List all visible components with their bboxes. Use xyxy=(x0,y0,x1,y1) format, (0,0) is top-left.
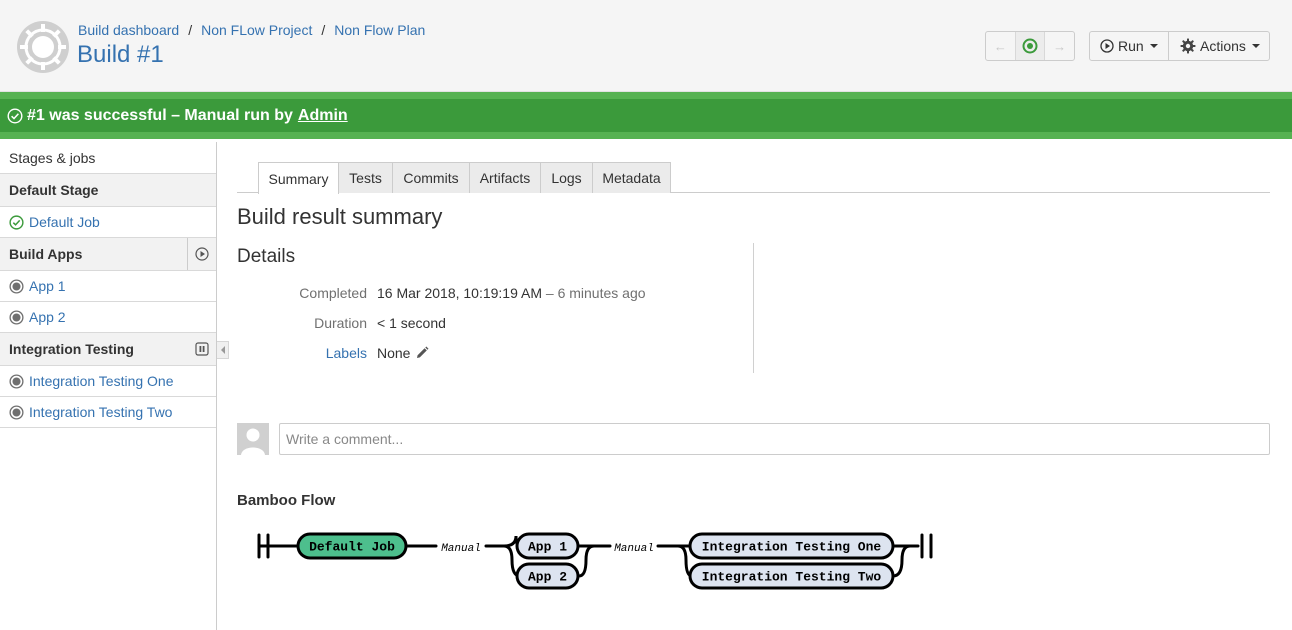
sidebar-item-integration-testing-one[interactable]: Integration Testing One xyxy=(0,366,216,397)
arrow-right-icon: → xyxy=(1053,38,1067,54)
sidebar-item-integration-testing-two[interactable]: Integration Testing Two xyxy=(0,397,216,428)
pending-icon xyxy=(9,309,24,325)
tab-metadata[interactable]: Metadata xyxy=(592,162,671,193)
pending-icon xyxy=(9,373,24,389)
breadcrumb-project[interactable]: Non FLow Project xyxy=(201,22,312,38)
flow-job-app-1[interactable]: App 1 xyxy=(515,532,580,560)
run-stage-button[interactable] xyxy=(187,238,216,270)
labels-link[interactable]: Labels xyxy=(326,345,367,361)
stages-sidebar: Stages & jobs Default Stage Default Job … xyxy=(0,142,217,630)
stage-label: Build Apps xyxy=(9,246,83,262)
previous-build-button[interactable]: ← xyxy=(986,32,1015,60)
current-build-button[interactable] xyxy=(1014,32,1046,60)
bamboo-flow-diagram: Default Job Manual App 1 App 2 Manual In… xyxy=(257,532,933,590)
sidebar-item-app-2[interactable]: App 2 xyxy=(0,302,216,333)
caret-left-icon xyxy=(220,346,225,354)
flow-manual-label: Manual xyxy=(614,543,654,555)
pending-icon xyxy=(9,404,24,420)
pause-stage-button[interactable] xyxy=(187,333,216,365)
bamboo-logo-icon xyxy=(17,21,69,73)
sidebar-item-default-job[interactable]: Default Job xyxy=(0,207,216,238)
tab-tests[interactable]: Tests xyxy=(338,162,393,193)
duration-value: < 1 second xyxy=(377,315,446,331)
flow-heading: Bamboo Flow xyxy=(237,492,336,509)
avatar xyxy=(237,423,269,455)
stage-integration-testing: Integration Testing xyxy=(0,333,216,366)
arrow-left-icon: ← xyxy=(993,38,1007,54)
next-build-button[interactable]: → xyxy=(1045,32,1074,60)
pause-icon xyxy=(194,342,209,356)
current-build-icon xyxy=(1022,38,1038,54)
gear-icon xyxy=(1180,38,1196,54)
job-link[interactable]: Integration Testing One xyxy=(29,373,174,389)
breadcrumb-plan[interactable]: Non Flow Plan xyxy=(334,22,425,38)
completed-ago: – 6 minutes ago xyxy=(545,285,646,301)
stage-label: Integration Testing xyxy=(9,341,134,357)
check-circle-icon xyxy=(7,108,23,124)
tab-summary[interactable]: Summary xyxy=(258,162,339,194)
job-link[interactable]: Default Job xyxy=(29,214,100,230)
completed-value: 16 Mar 2018, 10:19:19 AM – 6 minutes ago xyxy=(377,285,646,301)
build-navigation: ← → xyxy=(985,31,1075,61)
tab-logs[interactable]: Logs xyxy=(540,162,593,193)
stage-build-apps: Build Apps xyxy=(0,238,216,271)
job-link[interactable]: App 1 xyxy=(29,278,66,294)
play-circle-icon xyxy=(1100,39,1114,53)
details-heading: Details xyxy=(237,246,296,267)
build-status-banner: #1 was successful – Manual run by Admin xyxy=(0,92,1292,139)
tab-commits[interactable]: Commits xyxy=(392,162,470,193)
sidebar-heading: Stages & jobs xyxy=(0,142,216,174)
flow-job-label: App 1 xyxy=(528,540,567,555)
run-label: Run xyxy=(1118,38,1144,54)
labels-label: Labels xyxy=(237,345,367,361)
labels-value: None xyxy=(377,345,429,361)
actions-button[interactable]: Actions xyxy=(1168,31,1270,61)
sidebar-item-app-1[interactable]: App 1 xyxy=(0,271,216,302)
job-link[interactable]: App 2 xyxy=(29,309,66,325)
pencil-icon[interactable] xyxy=(415,346,429,360)
page-title-build: Build #1 xyxy=(77,41,164,68)
page-title: Build result summary xyxy=(237,204,443,229)
details-divider xyxy=(753,243,754,373)
breadcrumb-build-dashboard[interactable]: Build dashboard xyxy=(78,22,179,38)
sidebar-collapse-toggle[interactable] xyxy=(217,341,229,359)
page-header: Build dashboard / Non FLow Project / Non Flo… xyxy=(0,0,1292,92)
completed-label: Completed xyxy=(299,285,367,301)
flow-job-label: Integration Testing One xyxy=(702,540,882,555)
tab-artifacts[interactable]: Artifacts xyxy=(469,162,541,193)
result-tabs: Summary Tests Commits Artifacts Logs Met… xyxy=(237,162,1270,194)
flow-job-label: Default Job xyxy=(309,540,395,555)
flow-job-app-2[interactable]: App 2 xyxy=(515,562,580,590)
caret-down-icon xyxy=(1251,44,1260,48)
flow-job-label: App 2 xyxy=(528,570,567,585)
job-link[interactable]: Integration Testing Two xyxy=(29,404,172,420)
flow-job-integration-testing-one[interactable]: Integration Testing One xyxy=(688,532,895,560)
stage-label: Default Stage xyxy=(9,182,99,198)
flow-job-integration-testing-two[interactable]: Integration Testing Two xyxy=(688,562,895,590)
play-circle-icon xyxy=(195,247,209,261)
pending-icon xyxy=(9,278,24,294)
status-text: #1 was successful – Manual run by xyxy=(27,107,293,124)
stage-default: Default Stage xyxy=(0,174,216,207)
breadcrumb: Build dashboard / Non FLow Project / Non Flo… xyxy=(78,22,426,38)
flow-job-label: Integration Testing Two xyxy=(702,570,882,585)
flow-manual-label: Manual xyxy=(441,543,481,555)
comment-input[interactable] xyxy=(279,423,1270,455)
flow-job-default[interactable]: Default Job xyxy=(296,532,408,560)
status-user-link[interactable]: Admin xyxy=(298,107,348,125)
caret-down-icon xyxy=(1149,44,1158,48)
actions-label: Actions xyxy=(1200,38,1246,54)
success-icon xyxy=(9,214,24,230)
run-button[interactable]: Run xyxy=(1089,31,1169,61)
duration-label: Duration xyxy=(314,315,367,331)
